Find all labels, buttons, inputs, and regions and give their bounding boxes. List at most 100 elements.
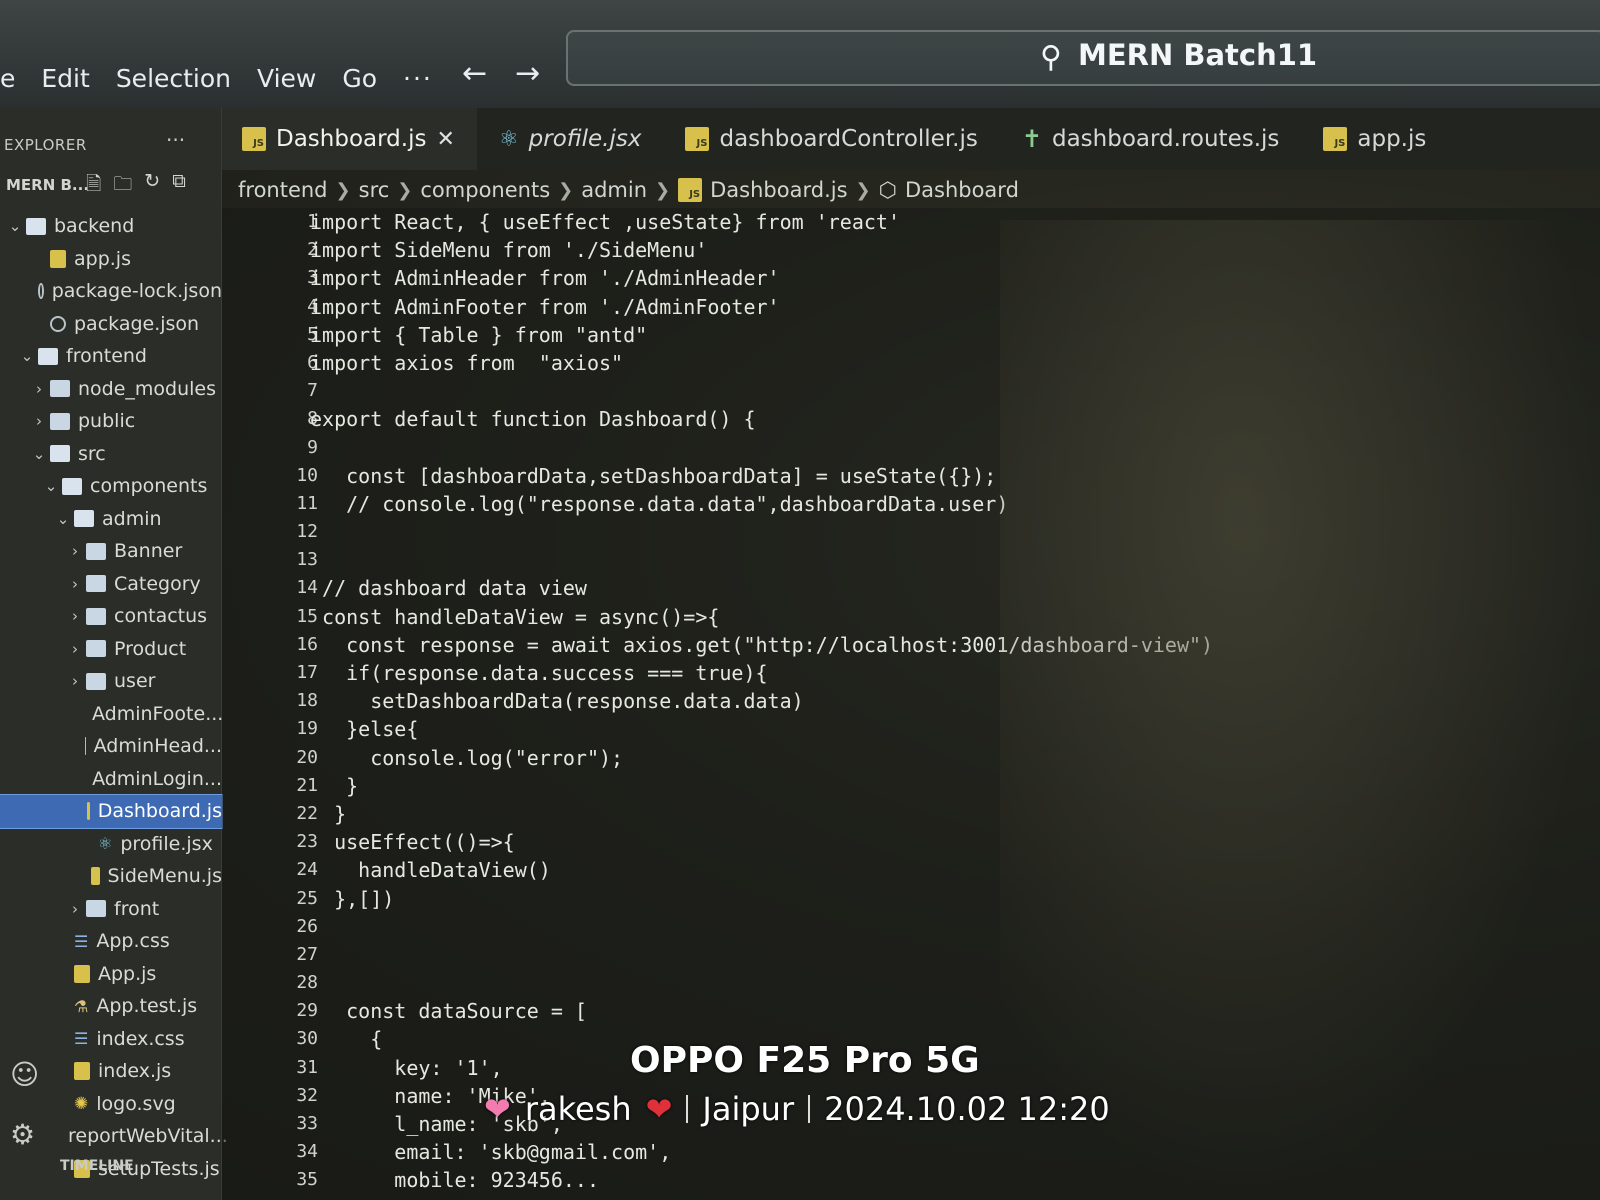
- tree-item[interactable]: SideMenu.js: [0, 860, 222, 893]
- tree-item-label: profile.jsx: [120, 832, 213, 855]
- folder-open-icon: [74, 510, 94, 528]
- chevron-right-icon[interactable]: ›: [68, 640, 82, 658]
- line-number: 8: [307, 408, 318, 430]
- tree-item[interactable]: ⌄ components: [0, 470, 222, 503]
- tree-item[interactable]: ⚗ App.test.js: [0, 990, 222, 1023]
- line-number: 17: [296, 662, 318, 683]
- tree-item[interactable]: › Category: [0, 568, 222, 601]
- close-icon[interactable]: ✕: [436, 127, 454, 152]
- js-file-icon: [86, 802, 90, 821]
- breadcrumb-item[interactable]: components: [420, 178, 550, 202]
- chevron-right-icon: ❯: [397, 179, 413, 201]
- command-center-search[interactable]: ⚲ MERN Batch11: [566, 30, 1600, 86]
- tab-dashboard-js[interactable]: JS Dashboard.js ✕: [220, 108, 477, 170]
- tree-item-label: index.js: [98, 1060, 172, 1083]
- tree-item[interactable]: package.json: [0, 308, 222, 341]
- tree-item[interactable]: › contactus: [0, 600, 222, 633]
- tree-item[interactable]: app.js: [0, 243, 222, 276]
- code-line: handleDataView(): [310, 858, 551, 883]
- chevron-right-icon[interactable]: ›: [32, 380, 46, 398]
- chevron-down-icon[interactable]: ⌄: [8, 217, 22, 235]
- chevron-down-icon[interactable]: ⌄: [32, 445, 46, 463]
- json-file-icon: [50, 315, 66, 332]
- new-folder-icon[interactable]: 🗀: [113, 170, 132, 202]
- line-number: 31: [296, 1056, 318, 1078]
- chevron-right-icon[interactable]: ›: [68, 607, 82, 625]
- chevron-right-icon: ❯: [855, 179, 871, 201]
- collapse-all-icon[interactable]: ⧉: [172, 170, 186, 202]
- tree-item[interactable]: › user: [0, 665, 222, 698]
- menu-edit[interactable]: Edit: [41, 64, 89, 93]
- timeline-section[interactable]: TIMELINE: [60, 1158, 134, 1174]
- explorer-more-button[interactable]: ···: [166, 128, 185, 152]
- chevron-right-icon[interactable]: ›: [32, 412, 46, 430]
- chevron-down-icon[interactable]: ⌄: [44, 477, 58, 495]
- json-file-icon: [37, 283, 44, 300]
- tree-item[interactable]: › public: [0, 405, 222, 438]
- chevron-right-icon[interactable]: ›: [68, 672, 82, 690]
- tree-item[interactable]: ⌄ admin: [0, 503, 222, 536]
- tree-item[interactable]: ⌄ src: [0, 438, 222, 471]
- gear-icon[interactable]: ⚙: [10, 1118, 35, 1151]
- tree-item[interactable]: › Product: [0, 633, 222, 666]
- code-line: setDashboardData(response.data.data): [310, 689, 804, 714]
- tab-app-js[interactable]: JS app.js: [1301, 108, 1448, 170]
- refresh-icon[interactable]: ↻: [144, 170, 160, 202]
- tree-item[interactable]: › Banner: [0, 535, 222, 568]
- line-number: 19: [296, 718, 318, 740]
- tree-item[interactable]: › node_modules: [0, 373, 222, 406]
- menu-selection[interactable]: Selection: [116, 64, 231, 93]
- breadcrumb-item[interactable]: admin: [581, 178, 647, 202]
- menu-file[interactable]: e: [0, 64, 15, 93]
- chevron-right-icon: ❯: [558, 179, 574, 201]
- tree-item[interactable]: ✺ logo.svg: [0, 1088, 222, 1121]
- line-number: 25: [296, 887, 318, 909]
- chevron-down-icon[interactable]: ⌄: [56, 510, 70, 528]
- tree-item[interactable]: › front: [0, 893, 222, 926]
- chevron-right-icon[interactable]: ›: [68, 575, 82, 593]
- tree-item[interactable]: ☰ index.css: [0, 1023, 222, 1056]
- breadcrumb: frontend ❯ src ❯ components ❯ admin ❯ JS…: [238, 170, 1019, 210]
- breadcrumb-item[interactable]: Dashboard: [905, 178, 1019, 202]
- tree-item[interactable]: ⚛ profile.jsx: [0, 828, 222, 861]
- project-name[interactable]: MERN B...: [6, 176, 89, 194]
- tree-item-label: app.js: [74, 247, 131, 270]
- forward-arrow-icon[interactable]: →: [515, 56, 540, 91]
- chevron-down-icon[interactable]: ⌄: [20, 347, 34, 365]
- chevron-right-icon[interactable]: ›: [68, 900, 82, 918]
- tree-item-label: logo.svg: [96, 1092, 176, 1115]
- menu-more-button[interactable]: ···: [403, 64, 433, 93]
- breadcrumb-item[interactable]: frontend: [238, 178, 328, 202]
- breadcrumb-item[interactable]: Dashboard.js: [710, 178, 847, 202]
- tree-item[interactable]: ⌄ backend: [0, 210, 222, 243]
- tree-item-label: index.css: [96, 1027, 185, 1050]
- menu-go[interactable]: Go: [342, 64, 377, 93]
- menu-view[interactable]: View: [257, 64, 316, 93]
- tree-item[interactable]: ☰ App.css: [0, 925, 222, 958]
- tab-dashboard-controller[interactable]: JS dashboardController.js: [663, 108, 999, 170]
- tree-item[interactable]: Dashboard.js: [0, 794, 223, 829]
- heart-sticker-icon: ❤: [484, 1090, 511, 1128]
- tree-item[interactable]: App.js: [0, 958, 222, 991]
- tree-item[interactable]: AdminHead...: [0, 730, 222, 763]
- tab-label: app.js: [1357, 126, 1427, 152]
- tree-item-label: AdminFoote...: [92, 702, 224, 725]
- breadcrumb-item[interactable]: src: [359, 178, 390, 202]
- line-number: 15: [296, 605, 318, 627]
- chevron-right-icon[interactable]: ›: [68, 542, 82, 560]
- new-file-icon[interactable]: 🗎: [86, 170, 101, 202]
- tree-item[interactable]: AdminLogin...: [0, 763, 222, 796]
- tree-item[interactable]: AdminFoote...: [0, 698, 224, 731]
- js-file-icon: JS: [1323, 127, 1348, 151]
- tree-item[interactable]: ⌄ frontend: [0, 340, 222, 373]
- tab-dashboard-routes[interactable]: ✝ dashboard.routes.js: [1000, 108, 1302, 170]
- tab-profile-jsx[interactable]: ⚛ profile.jsx: [477, 108, 664, 170]
- tree-item[interactable]: package-lock.json: [0, 275, 222, 308]
- line-number: 26: [296, 915, 318, 937]
- code-line: mobile: 923456...: [310, 1168, 599, 1193]
- css-file-icon: ☰: [74, 1029, 89, 1049]
- back-arrow-icon[interactable]: ←: [462, 56, 487, 91]
- account-icon[interactable]: ☺: [10, 1058, 39, 1091]
